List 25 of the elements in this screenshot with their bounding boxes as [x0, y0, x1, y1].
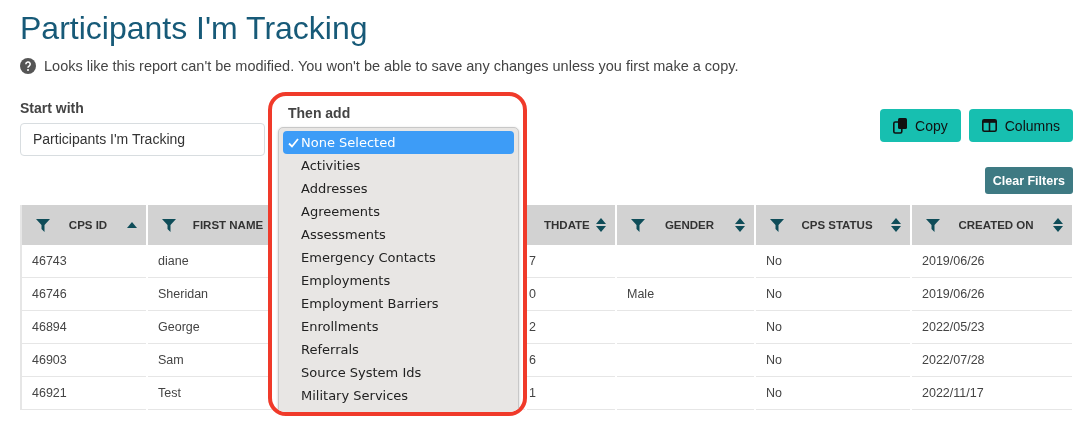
page-title: Participants I'm Tracking: [20, 9, 368, 48]
column-header[interactable]: GENDER: [617, 205, 754, 245]
field-label: Then add: [288, 105, 351, 121]
menu-item[interactable]: Activities: [283, 154, 514, 177]
check-icon: [287, 137, 299, 148]
column-label: THDATE: [544, 219, 591, 231]
column-label: GENDER: [663, 219, 716, 231]
column-header[interactable]: THDATE: [527, 205, 615, 245]
menu-item[interactable]: Addresses: [283, 177, 514, 200]
copy-button[interactable]: Copy: [880, 109, 961, 142]
columns-icon: [981, 119, 997, 132]
notice-text: Looks like this report can't be modified. You won't be able to save any changes unless you first make a copy.: [44, 58, 739, 74]
report-field[interactable]: Participants I'm Tracking: [20, 123, 265, 156]
column-label: CREATED ON: [957, 219, 1035, 231]
columns-button[interactable]: Columns: [968, 109, 1073, 142]
column-header[interactable]: CPS ID: [22, 205, 146, 245]
column-header[interactable]: CREATED ON: [912, 205, 1072, 245]
column-header[interactable]: CPS STATUS: [756, 205, 910, 245]
column-label: CPS ID: [67, 219, 109, 231]
help-icon: [20, 58, 36, 74]
field-label: Start with: [20, 100, 84, 116]
column-label: CPS STATUS: [800, 219, 874, 231]
copy-icon: [893, 117, 908, 134]
column-label: FIRST NAME: [191, 219, 265, 231]
clear-filters-button[interactable]: Clear Filters: [984, 167, 1073, 194]
